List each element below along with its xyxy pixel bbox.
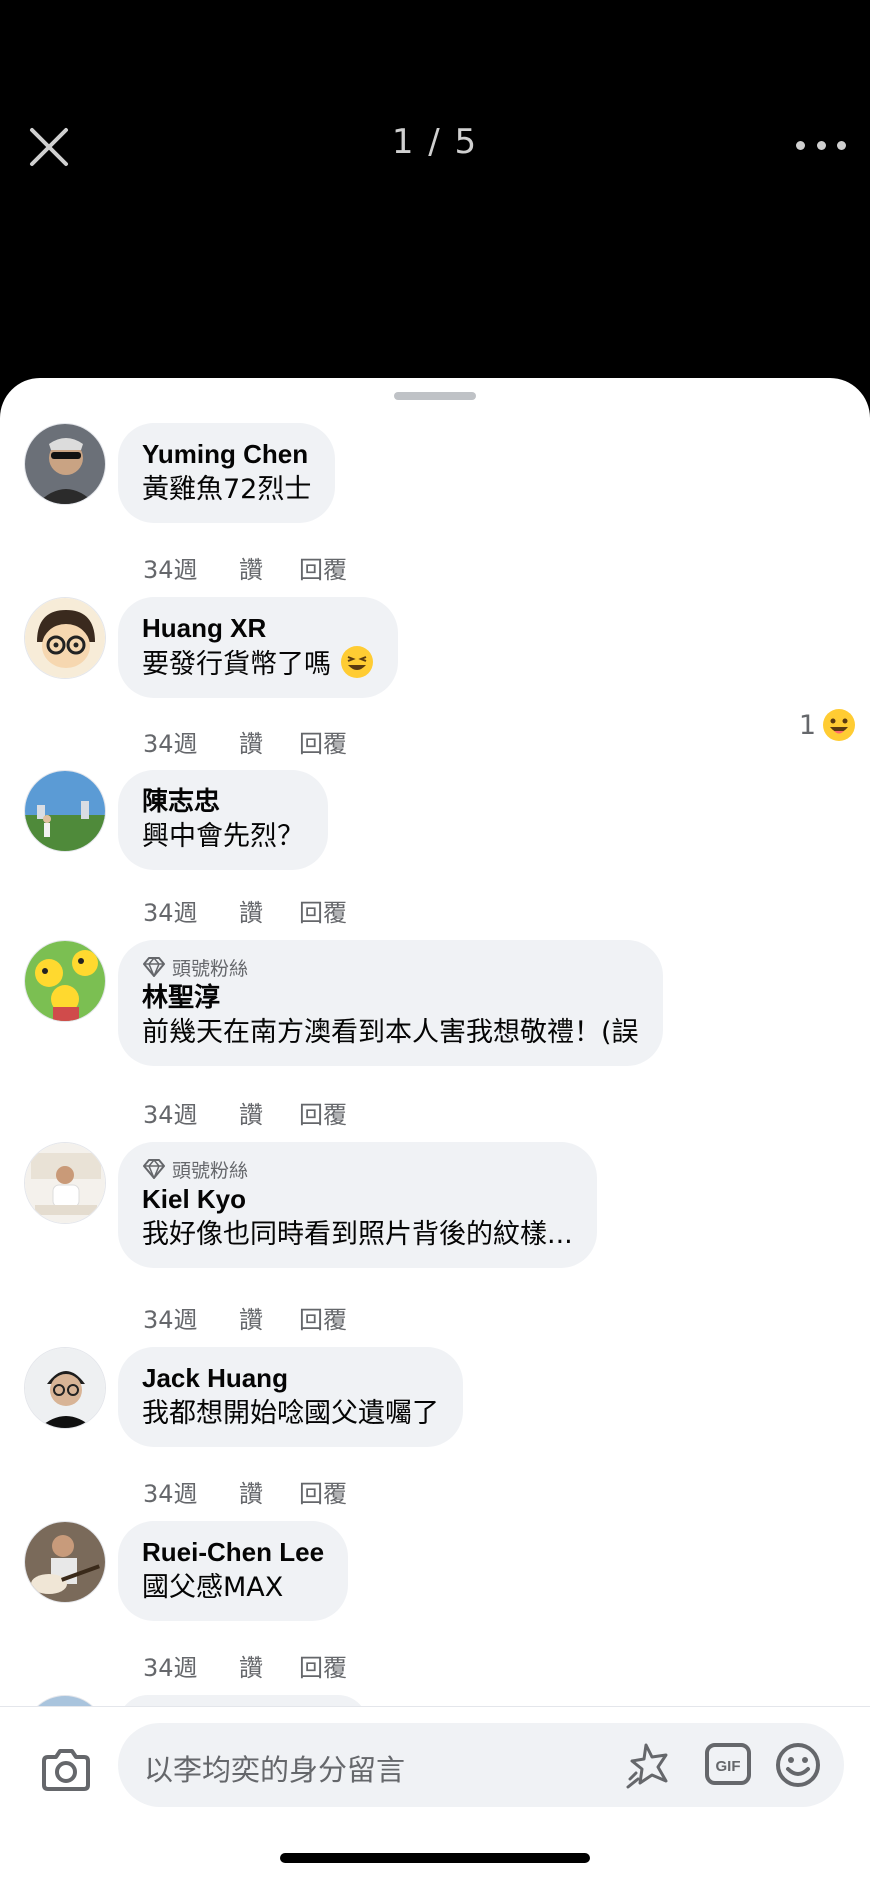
- comment-author[interactable]: 陳志忠: [142, 784, 304, 818]
- camera-button[interactable]: [38, 1743, 94, 1799]
- comment-text: 國父感MAX: [142, 1572, 284, 1603]
- reply-button[interactable]: 回覆: [299, 550, 379, 585]
- like-button[interactable]: 讚: [239, 1648, 299, 1683]
- svg-text:GIF: GIF: [716, 1758, 741, 1775]
- reply-button[interactable]: 回覆: [299, 893, 379, 928]
- comment-text: 要發行貨幣了嗎: [142, 645, 374, 684]
- like-button[interactable]: 讚: [239, 1474, 299, 1509]
- comment-actions: 34週 讚 回覆: [143, 724, 379, 759]
- reply-button[interactable]: 回覆: [299, 724, 379, 759]
- comment-text: 我都想開始唸國父遺囑了: [142, 1398, 439, 1429]
- diamond-icon: [143, 1159, 165, 1179]
- comment-actions: 34週 讚 回覆: [143, 893, 379, 928]
- gif-button[interactable]: GIF: [704, 1740, 752, 1788]
- comment-text: 興中會先烈？: [142, 821, 304, 852]
- haha-reaction-icon: [823, 709, 855, 741]
- comment-input-placeholder: 以李均奕的身分留言: [144, 1753, 406, 1787]
- comment-time[interactable]: 34週: [143, 1095, 239, 1130]
- comment-composer: 以李均奕的身分留言 GIF: [0, 1706, 870, 1882]
- sticker-icon: [626, 1743, 668, 1789]
- comment-bubble[interactable]: 頭號粉絲 Kiel Kyo 我好像也同時看到照片背後的紋樣...: [118, 1142, 597, 1268]
- reply-button[interactable]: 回覆: [299, 1648, 379, 1683]
- laughing-emoji-icon: [340, 646, 373, 678]
- comment-bubble[interactable]: Ruei-Chen Lee 國父感MAX: [118, 1521, 349, 1621]
- emoji-button[interactable]: [774, 1741, 822, 1789]
- comment-text: 前幾天在南方澳看到本人害我想敬禮！(誤: [142, 1017, 639, 1048]
- avatar[interactable]: [24, 1521, 106, 1603]
- comment-author[interactable]: 林聖淳: [142, 980, 639, 1014]
- like-button[interactable]: 讚: [239, 550, 299, 585]
- viewer-header: 1 / 5: [0, 0, 870, 380]
- comment-time[interactable]: 34週: [143, 1300, 239, 1335]
- comment-bubble[interactable]: Yuming Chen 黃雞魚72烈士: [118, 423, 336, 523]
- avatar[interactable]: [24, 597, 106, 679]
- reply-button[interactable]: 回覆: [299, 1300, 379, 1335]
- like-button[interactable]: 讚: [239, 724, 299, 759]
- comment-bubble[interactable]: Jack Huang 我都想開始唸國父遺囑了: [118, 1347, 463, 1447]
- comment-actions: 34週 讚 回覆: [143, 1300, 379, 1335]
- avatar[interactable]: [24, 1142, 106, 1224]
- avatar[interactable]: [24, 423, 106, 505]
- comment-author[interactable]: Jack Huang: [142, 1361, 439, 1395]
- photo-counter: 1 / 5: [391, 122, 479, 162]
- comment-time[interactable]: 34週: [143, 893, 239, 928]
- diamond-icon: [143, 957, 165, 977]
- comment-actions: 34週 讚 回覆: [143, 550, 379, 585]
- comment-bubble[interactable]: Huang XR 要發行貨幣了嗎: [118, 597, 398, 698]
- reply-button[interactable]: 回覆: [299, 1095, 379, 1130]
- more-options-button[interactable]: [796, 128, 846, 162]
- comment-author[interactable]: Yuming Chen: [142, 437, 311, 471]
- comment-bubble[interactable]: 頭號粉絲 林聖淳 前幾天在南方澳看到本人害我想敬禮！(誤: [118, 940, 663, 1066]
- camera-icon: [42, 1749, 90, 1791]
- sheet-grabber[interactable]: [394, 392, 476, 400]
- top-fan-badge: 頭號粉絲: [142, 1156, 573, 1182]
- avatar[interactable]: [24, 770, 106, 852]
- comment-actions: 34週 讚 回覆: [143, 1095, 379, 1130]
- gif-icon: GIF: [705, 1743, 751, 1785]
- more-icon: [796, 140, 805, 150]
- like-button[interactable]: 讚: [239, 893, 299, 928]
- comment-time[interactable]: 34週: [143, 724, 239, 759]
- like-button[interactable]: 讚: [239, 1300, 299, 1335]
- comment-text: 黃雞魚72烈士: [142, 474, 312, 505]
- comments-sheet[interactable]: Yuming Chen 黃雞魚72烈士 34週 讚 回覆 Huang XR 要發…: [0, 378, 870, 1882]
- sticker-button[interactable]: [626, 1739, 678, 1791]
- comment-author[interactable]: Huang XR: [142, 611, 374, 645]
- comment-actions: 34週 讚 回覆: [143, 1474, 379, 1509]
- comment-time[interactable]: 34週: [143, 550, 239, 585]
- comment-bubble[interactable]: 陳志忠 興中會先烈？: [118, 770, 328, 870]
- comment-text: 我好像也同時看到照片背後的紋樣...: [142, 1219, 573, 1250]
- like-button[interactable]: 讚: [239, 1095, 299, 1130]
- reaction-summary[interactable]: 1: [799, 708, 856, 742]
- comment-input[interactable]: 以李均奕的身分留言 GIF: [118, 1723, 844, 1807]
- home-indicator[interactable]: [280, 1853, 590, 1863]
- comment-author[interactable]: Ruei-Chen Lee: [142, 1535, 324, 1569]
- avatar[interactable]: [24, 1347, 106, 1429]
- comment-time[interactable]: 34週: [143, 1648, 239, 1683]
- avatar[interactable]: [24, 940, 106, 1022]
- comment-actions: 34週 讚 回覆: [143, 1648, 379, 1683]
- reaction-count: 1: [798, 709, 816, 741]
- comment-time[interactable]: 34週: [143, 1474, 239, 1509]
- reply-button[interactable]: 回覆: [299, 1474, 379, 1509]
- top-fan-badge: 頭號粉絲: [142, 954, 639, 980]
- smiley-icon: [776, 1743, 820, 1787]
- comment-author[interactable]: Kiel Kyo: [142, 1182, 573, 1216]
